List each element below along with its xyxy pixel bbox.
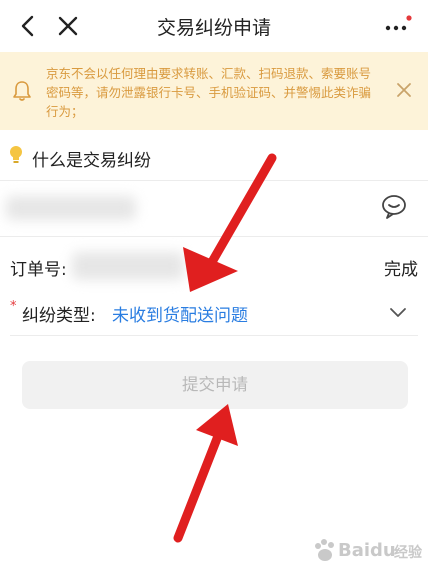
paw-logo-icon — [315, 539, 334, 561]
security-notice-banner: 京东不会以任何理由要求转账、汇款、扫码退款、索要账号密码等，请勿泄露银行卡号、手… — [0, 52, 428, 130]
help-link[interactable]: 什么是交易纠纷 — [32, 146, 151, 171]
dispute-type-label: 纠纷类型: — [22, 306, 96, 326]
chevron-down-icon[interactable] — [388, 302, 408, 322]
lightbulb-icon — [10, 146, 22, 163]
divider — [10, 335, 418, 336]
bell-icon — [13, 81, 31, 101]
redacted-text — [6, 196, 136, 220]
close-icon[interactable] — [396, 82, 412, 98]
dispute-type-value[interactable]: 未收到货配送问题 — [112, 301, 248, 326]
required-mark: * — [10, 299, 17, 314]
divider — [0, 180, 428, 181]
dispute-type-row[interactable]: * 纠纷类型: 未收到货配送问题 — [0, 292, 428, 332]
annotation-arrow-lower — [173, 404, 238, 543]
contact-row[interactable] — [0, 182, 428, 232]
page-title: 交易纠纷申请 — [156, 17, 271, 39]
watermark-suffix: 经验 — [394, 545, 422, 561]
more-dots-icon[interactable] — [382, 14, 412, 38]
baidu-watermark: Baidu 经验 — [312, 534, 422, 568]
divider — [0, 236, 428, 237]
nav-bar: 交易纠纷申请 — [0, 0, 428, 52]
notice-text: 京东不会以任何理由要求转账、汇款、扫码退款、索要账号密码等，请勿泄露银行卡号、手… — [46, 66, 372, 119]
done-button[interactable]: 完成 — [384, 255, 418, 280]
redacted-order-number — [72, 252, 184, 280]
order-number-label: 订单号: — [10, 260, 67, 280]
help-link-row[interactable]: 什么是交易纠纷 — [0, 138, 428, 178]
chat-bubble-icon[interactable] — [380, 194, 408, 220]
submit-button[interactable]: 提交申请 — [22, 361, 408, 409]
watermark-brand: Baidu — [338, 540, 396, 561]
order-number-row[interactable]: 订单号: 完成 — [0, 246, 428, 286]
